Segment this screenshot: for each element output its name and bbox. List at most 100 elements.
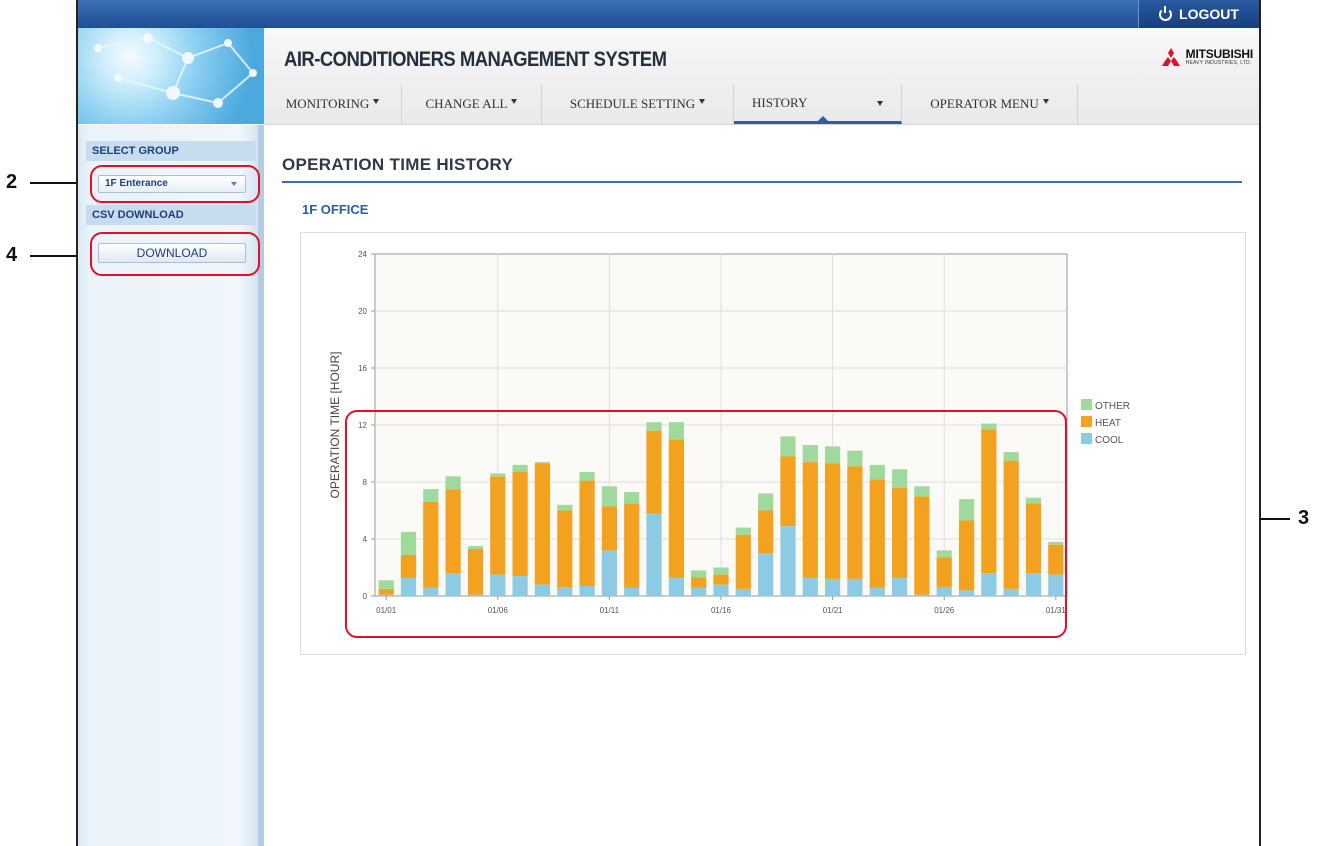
nav-monitoring[interactable]: MONITORING [264,84,402,124]
bar-cool-01/25 [914,594,930,596]
bar-heat-01/07 [512,472,528,576]
y-tick-label: 4 [363,535,368,544]
callout-number-4: 4 [6,244,18,266]
bar-other-01/18 [758,493,774,511]
nav-operator-menu[interactable]: OPERATOR MENU [902,84,1078,124]
bar-cool-01/05 [467,594,484,596]
bar-other-01/30 [1025,497,1042,504]
bar-cool-01/09 [557,587,573,596]
bar-cool-01/08 [534,584,550,596]
bar-cool-01/18 [758,553,774,597]
bar-cool-01/11 [601,550,617,596]
bar-cool-01/23 [869,587,885,596]
y-tick-label: 0 [363,592,368,601]
bar-heat-01/21 [825,463,841,579]
bar-heat-01/19 [780,456,796,527]
bar-other-01/23 [869,464,885,480]
x-tick-label: 01/11 [600,606,620,615]
x-tick-label: 01/26 [934,606,955,615]
group-select-value: 1F Enterance [105,178,168,189]
bar-heat-01/14 [668,439,684,578]
bar-other-01/19 [780,436,796,457]
nav-change-all[interactable]: CHANGE ALL [402,84,542,124]
bar-cool-01/04 [445,573,461,596]
bar-other-01/16 [713,567,729,575]
bar-other-01/25 [914,486,930,497]
bar-other-01/04 [445,476,461,490]
bar-heat-01/10 [579,480,595,586]
bar-cool-01/24 [892,577,908,596]
bar-cool-01/22 [847,578,863,596]
group-select[interactable]: 1F Enterance [98,175,246,193]
bar-other-01/10 [579,472,595,481]
bar-other-01/05 [467,546,484,549]
bar-other-01/14 [668,422,684,440]
chart-panel: 0 4 8 12 16 20 24 01/01 01/06 01/11 01/16 01/21 01/… [300,232,1246,655]
bar-cool-01/06 [490,574,506,596]
caret-down-icon [877,101,883,106]
bar-heat-01/06 [490,476,506,575]
header: AIR-CONDITIONERS MANAGEMENT SYSTEM MITSU… [264,28,1259,125]
molecule-banner-image [78,28,264,124]
bar-heat-01/01 [378,588,394,595]
bar-heat-01/28 [981,429,997,574]
callout-number-2: 2 [6,171,18,193]
legend-label-heat: HEAT [1095,418,1121,429]
bar-other-01/20 [802,445,818,463]
bar-heat-01/08 [534,463,550,585]
bar-heat-01/03 [423,502,439,588]
bar-heat-01/16 [713,574,729,585]
select-group-heading: SELECT GROUP [86,141,256,161]
bar-heat-01/15 [691,577,707,588]
bar-cool-01/12 [624,587,640,596]
bar-heat-01/26 [936,557,952,588]
bar-heat-01/27 [959,520,975,591]
logout-label: LOGOUT [1179,6,1239,22]
bar-cool-01/03 [423,587,439,596]
three-diamonds-icon [1161,48,1180,66]
legend-label-other: OTHER [1095,401,1130,412]
bar-heat-01/18 [758,510,774,554]
molecule-graphic [94,33,257,108]
bar-heat-01/22 [847,466,863,579]
legend-label-cool: COOL [1095,435,1124,446]
caret-down-icon [373,98,380,104]
bar-other-01/22 [847,450,863,467]
bar-heat-01/20 [802,462,818,578]
bar-cool-01/31 [1048,574,1064,596]
active-tab-pointer-icon [818,116,828,121]
bar-other-01/13 [646,422,662,431]
power-icon [1159,5,1173,21]
top-bar: LOGOUT [78,0,1259,28]
bar-other-01/09 [557,504,573,511]
bar-cool-01/10 [579,586,595,596]
bar-cool-01/01 [378,594,394,596]
bar-other-01/08 [534,462,550,464]
y-tick-label: 16 [358,364,367,373]
bar-cool-01/19 [780,526,796,596]
title-divider [282,181,1242,183]
bar-cool-01/17 [735,588,751,596]
bar-other-01/12 [624,492,640,504]
caret-down-icon [699,98,706,104]
legend-swatch-other [1081,399,1092,410]
bar-heat-01/31 [1048,544,1064,575]
callout-number-3: 3 [1298,507,1310,529]
bar-heat-01/12 [624,503,640,588]
bar-heat-01/05 [467,549,484,595]
legend-swatch-heat [1081,416,1092,427]
download-button[interactable]: DOWNLOAD [98,243,246,263]
nav-monitoring-label: MONITORING [285,96,370,111]
brand-subtitle: HEAVY INDUSTRIES, LTD. [1185,60,1252,66]
bar-cool-01/29 [1003,588,1019,596]
operation-time-chart: 04812162024 01/01 01/06 01/11 01/16 01/21 01/… [328,250,1130,615]
nav-schedule-setting[interactable]: SCHEDULE SETTING [542,84,734,124]
bar-heat-01/11 [601,506,617,551]
bar-cool-01/07 [512,576,528,596]
nav-history[interactable]: HISTORY [734,84,902,124]
bar-heat-01/29 [1003,460,1019,589]
brand-logo: MITSUBISHI HEAVY INDUSTRIES, LTD. [1160,48,1253,66]
bar-other-01/07 [512,464,528,472]
logout-button[interactable]: LOGOUT [1138,0,1259,28]
bar-heat-01/23 [869,479,885,588]
